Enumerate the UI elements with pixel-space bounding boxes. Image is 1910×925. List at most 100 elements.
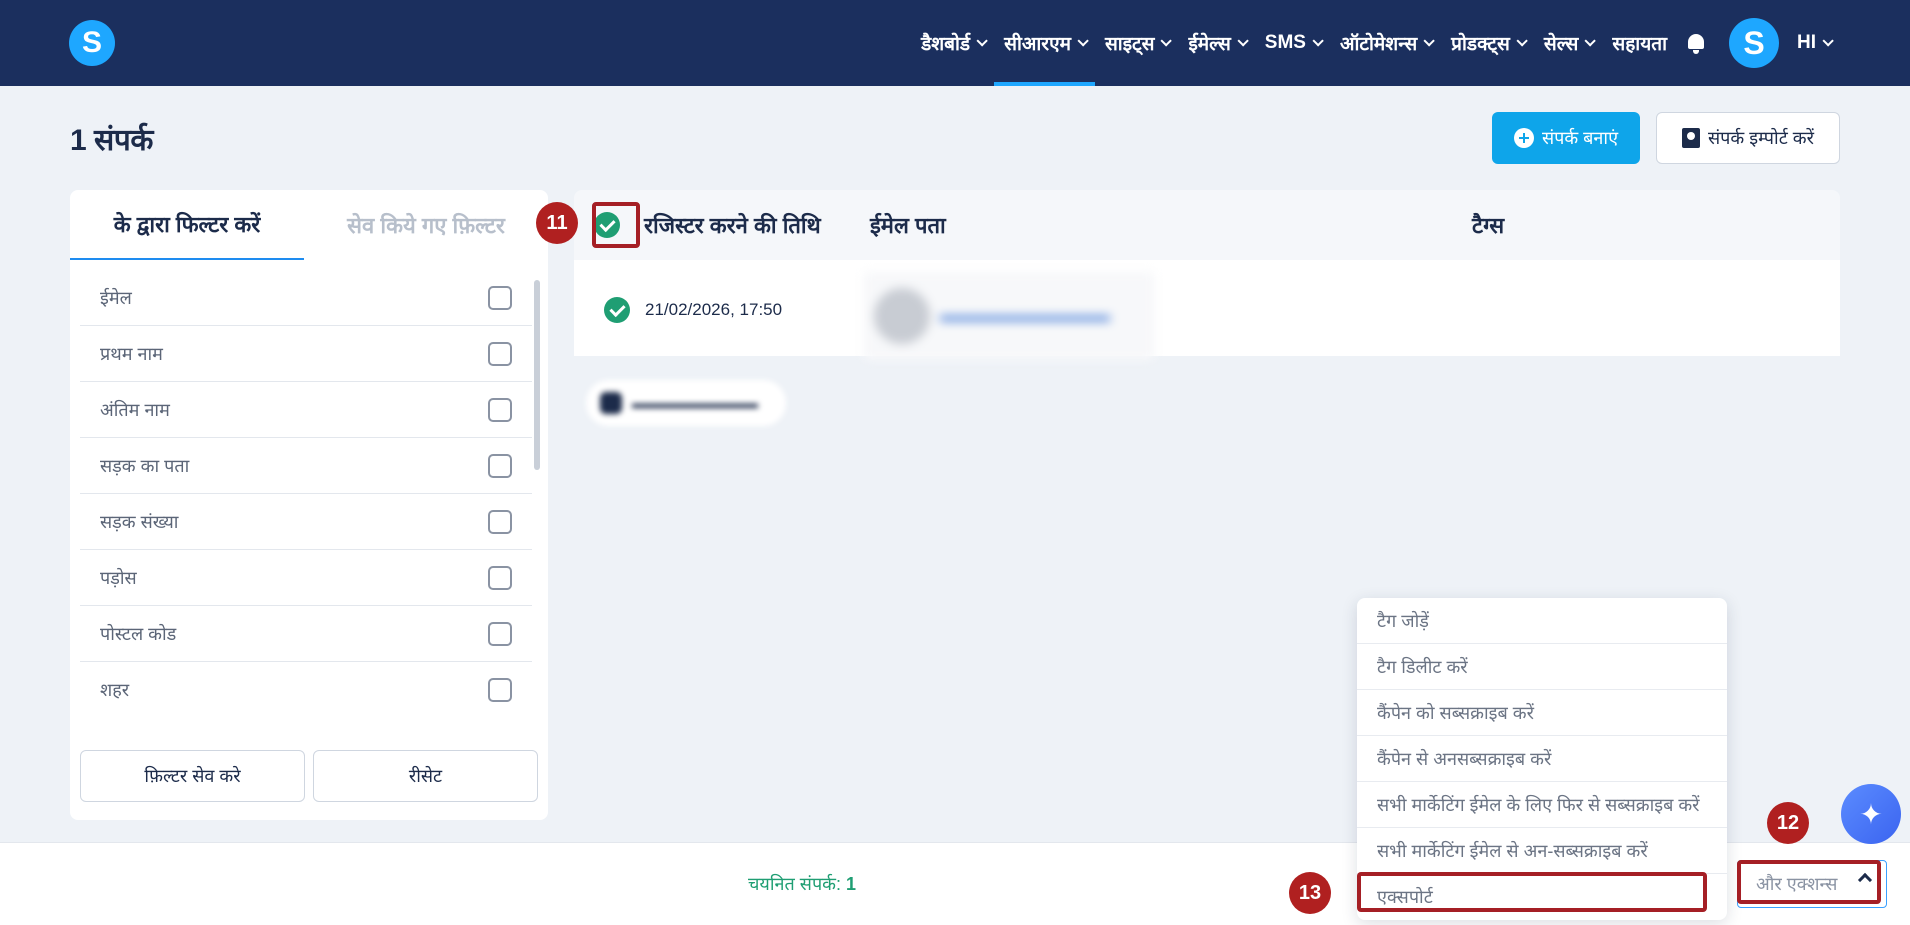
filter-checkbox[interactable] (488, 453, 512, 478)
menu-item-unsubscribe-all[interactable]: सभी मार्केटिंग ईमेल से अन-सब्सक्राइब करे… (1357, 828, 1727, 874)
filter-checkbox[interactable] (488, 565, 512, 590)
filter-field-row[interactable]: सड़क का पता (80, 438, 532, 494)
chevron-down-icon (1516, 35, 1528, 47)
menu-item-delete-tag[interactable]: टैग डिलीट करें (1357, 644, 1727, 690)
filter-field-label: सड़क संख्या (100, 511, 179, 532)
nav-item-dashboard[interactable]: डैशबोर्ड (911, 0, 994, 86)
chevron-down-icon (1077, 35, 1089, 47)
annotation-highlight-more-actions (1737, 860, 1881, 904)
menu-item-subscribe-campaign[interactable]: कैंपेन को सब्सक्राइब करें (1357, 690, 1727, 736)
filter-checkbox[interactable] (488, 509, 512, 534)
contacts-table: रजिस्टर करने की तिथि ईमेल पता टैग्स (574, 190, 1840, 356)
import-contacts-button[interactable]: संपर्क इम्पोर्ट करें (1656, 112, 1840, 164)
column-header-tags: टैग्स (1472, 213, 1505, 238)
selected-label: चयनित संपर्क: (748, 874, 841, 894)
ai-assistant-button[interactable]: ✦ (1841, 784, 1901, 844)
nav-item-crm[interactable]: सीआरएम (994, 0, 1095, 86)
tab-saved-filters[interactable]: सेव किये गए फ़िल्टर (304, 190, 548, 260)
chevron-down-icon (1423, 35, 1435, 47)
nav-item-emails[interactable]: ईमेल्स (1178, 0, 1254, 86)
filter-checkbox[interactable] (488, 621, 512, 646)
table-header: रजिस्टर करने की तिथि ईमेल पता टैग्स (574, 190, 1840, 260)
filter-field-label: प्रथम नाम (100, 343, 163, 364)
nav-label: डैशबोर्ड (921, 34, 971, 55)
tab-filter-by[interactable]: के द्वारा फिल्टर करें (70, 190, 304, 260)
language-selector[interactable]: HI (1787, 0, 1840, 86)
filter-field-row[interactable]: प्रथम नाम (80, 326, 532, 382)
contact-avatar (874, 288, 930, 344)
app-logo[interactable]: S (69, 20, 115, 66)
filter-field-label: पड़ोस (100, 567, 137, 588)
filter-scrollbar[interactable] (534, 280, 540, 710)
filter-field-row[interactable]: ईमेल (80, 270, 532, 326)
selected-contacts-count: चयनित संपर्क: 1 (748, 872, 856, 896)
menu-item-resubscribe-all[interactable]: सभी मार्केटिंग ईमेल के लिए फिर से सब्सक्… (1357, 782, 1727, 828)
filter-field-row[interactable]: अंतिम नाम (80, 382, 532, 438)
blurred-icon (600, 392, 622, 414)
annotation-marker-12: 12 (1767, 802, 1809, 844)
import-contacts-label: संपर्क इम्पोर्ट करें (1708, 128, 1814, 148)
sparkle-icon: ✦ (1859, 798, 1883, 830)
annotation-marker-11: 11 (536, 202, 578, 244)
column-header-registered[interactable]: रजिस्टर करने की तिथि (644, 190, 821, 260)
nav-item-sales[interactable]: सेल्स (1534, 0, 1603, 86)
scrollbar-thumb[interactable] (534, 280, 540, 470)
registered-date-cell: 21/02/2026, 17:50 (645, 300, 783, 319)
filter-field-row[interactable]: पोस्टल कोड (80, 606, 532, 662)
save-filter-button[interactable]: फ़िल्टर सेव करे (80, 750, 305, 802)
email-cell-blurred: ▬▬▬▬▬▬▬▬▬▬ (864, 272, 1154, 360)
blurred-pill: ▬▬▬▬▬▬▬▬▬ (586, 380, 786, 426)
main-nav: डैशबोर्ड सीआरएम साइट्स ईमेल्स SMS ऑटोमेश… (911, 0, 1840, 86)
page-title: 1 संपर्क (70, 124, 153, 157)
filter-field-label: सड़क का पता (100, 455, 190, 476)
blurred-text: ▬▬▬▬▬▬▬▬▬ (632, 395, 758, 411)
nav-label: सेल्स (1543, 34, 1579, 55)
filter-field-label: शहर (100, 679, 130, 700)
filter-field-row[interactable]: पड़ोस (80, 550, 532, 606)
reset-button[interactable]: रीसेट (313, 750, 538, 802)
annotation-marker-13: 13 (1289, 872, 1331, 914)
filter-field-label: ईमेल (100, 287, 132, 308)
filter-checkbox[interactable] (488, 341, 512, 366)
filter-field-label: पोस्टल कोड (100, 623, 177, 644)
annotation-highlight-export (1357, 872, 1707, 912)
filter-checkbox[interactable] (488, 677, 512, 702)
column-header-email[interactable]: ईमेल पता (870, 190, 946, 260)
contact-card-icon (1682, 128, 1701, 148)
filter-field-list: ईमेल प्रथम नाम अंतिम नाम सड़क का पता सड़… (80, 270, 532, 710)
filter-checkbox[interactable] (488, 397, 512, 422)
filter-checkbox[interactable] (488, 285, 512, 310)
bell-icon[interactable] (1685, 32, 1707, 54)
nav-item-sites[interactable]: साइट्स (1095, 0, 1179, 86)
nav-item-automations[interactable]: ऑटोमेशन्स (1330, 0, 1441, 86)
create-contact-button[interactable]: संपर्क बनाएं (1492, 112, 1640, 164)
nav-label: सीआरएम (1004, 34, 1071, 55)
chevron-down-icon (1160, 35, 1173, 47)
chevron-down-icon (976, 35, 988, 47)
filter-field-row[interactable]: शहर (80, 662, 532, 710)
row-check-icon[interactable] (604, 297, 630, 323)
avatar[interactable]: S (1729, 18, 1779, 68)
menu-item-unsubscribe-campaign[interactable]: कैंपेन से अनसब्सक्राइब करें (1357, 736, 1727, 782)
nav-label: साइट्स (1104, 34, 1155, 55)
nav-label: प्रोडक्ट्स (1451, 34, 1510, 55)
filter-field-label: अंतिम नाम (100, 399, 170, 420)
menu-item-add-tag[interactable]: टैग जोड़ें (1357, 598, 1727, 644)
nav-item-sms[interactable]: SMS (1255, 0, 1330, 86)
language-label: HI (1797, 32, 1816, 53)
top-navbar: S डैशबोर्ड सीआरएम साइट्स ईमेल्स SMS ऑटोम… (0, 0, 1910, 86)
email-blurred-text: ▬▬▬▬▬▬▬▬▬▬ (940, 306, 1110, 325)
create-contact-label: संपर्क बनाएं (1541, 128, 1619, 148)
chevron-down-icon (1312, 35, 1324, 47)
nav-label: ऑटोमेशन्स (1339, 34, 1418, 55)
filter-panel: के द्वारा फिल्टर करें सेव किये गए फ़िल्ट… (70, 190, 548, 820)
nav-item-help[interactable]: सहायता (1602, 0, 1677, 86)
annotation-highlight-select-all (592, 202, 640, 248)
filter-field-row[interactable]: सड़क संख्या (80, 494, 532, 550)
chevron-down-icon (1237, 35, 1249, 47)
chevron-down-icon (1584, 35, 1597, 47)
nav-item-products[interactable]: प्रोडक्ट्स (1441, 0, 1534, 86)
nav-label: SMS (1264, 32, 1306, 53)
plus-circle-icon (1513, 128, 1534, 148)
nav-label: सहायता (1612, 34, 1667, 55)
